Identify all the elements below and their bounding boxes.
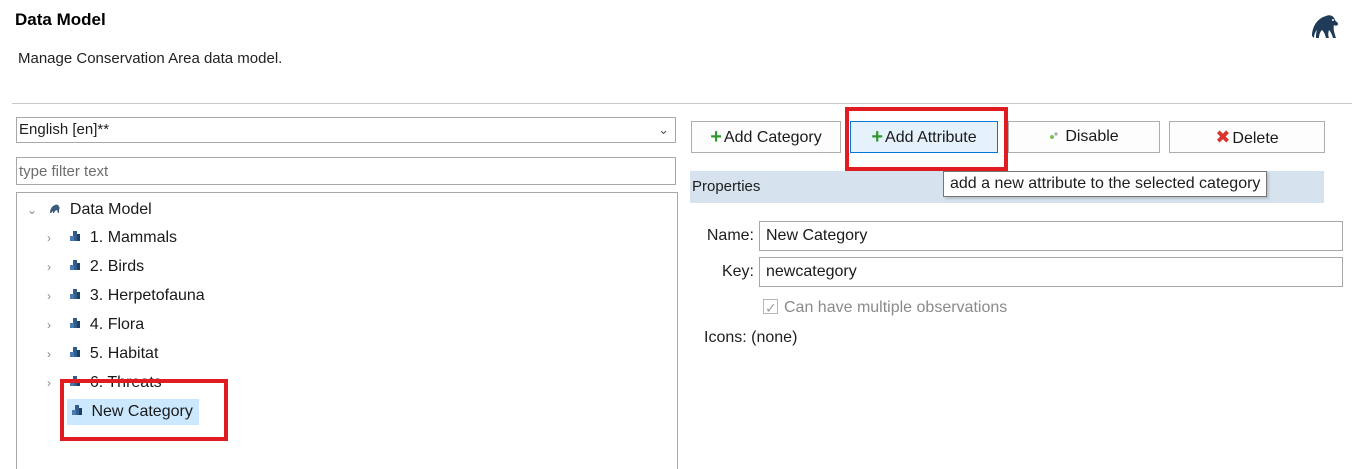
filter-input[interactable]	[16, 157, 676, 185]
add-attribute-button[interactable]: + Add Attribute	[850, 121, 998, 153]
language-select-value: English [en]**	[19, 121, 110, 138]
disable-button[interactable]: Disable	[1008, 121, 1160, 153]
icons-row: Icons: (none)	[704, 329, 797, 347]
disable-label: Disable	[1065, 128, 1119, 146]
category-icon	[69, 370, 81, 396]
tree-root-label: Data Model	[69, 201, 152, 219]
tooltip: add a new attribute to the selected cate…	[943, 171, 1268, 197]
panther-icon	[49, 197, 61, 223]
tree-item-flora[interactable]: › 4. Flora	[47, 312, 144, 338]
multiple-observations-label: Can have multiple observations	[784, 299, 1008, 316]
chevron-right-icon[interactable]: ›	[47, 341, 61, 367]
chevron-right-icon[interactable]: ›	[47, 312, 61, 338]
chevron-right-icon[interactable]: ›	[47, 254, 61, 280]
key-field[interactable]	[759, 257, 1343, 287]
add-category-label: Add Category	[723, 129, 822, 146]
icons-label: Icons:	[704, 329, 747, 346]
chevron-right-icon[interactable]: ›	[47, 370, 61, 396]
tree-item-label: New Category	[91, 403, 193, 421]
name-label: Name:	[706, 227, 754, 244]
page-title: Data Model	[15, 10, 106, 29]
icons-value: (none)	[751, 329, 798, 346]
language-select[interactable]: English [en]** ⌄	[16, 117, 676, 143]
chevron-right-icon[interactable]: ›	[47, 283, 61, 309]
chevron-down-icon[interactable]: ⌄	[27, 197, 41, 223]
tree-item-herpetofauna[interactable]: › 3. Herpetofauna	[47, 283, 205, 309]
tree-item-mammals[interactable]: › 1. Mammals	[47, 225, 177, 251]
category-icon	[71, 399, 83, 425]
multiple-observations-checkbox[interactable]: Can have multiple observations	[763, 297, 1007, 319]
category-icon	[69, 283, 81, 309]
header-divider	[12, 103, 1352, 104]
category-icon	[69, 225, 81, 251]
data-model-tree: ⌄ Data Model › 1. Mammals › 2. Birds › 3…	[16, 192, 678, 469]
tree-item-habitat[interactable]: › 5. Habitat	[47, 341, 158, 367]
tree-item-label: 6. Threats	[89, 374, 162, 392]
chevron-down-icon[interactable]: ⌄	[658, 118, 669, 142]
chevron-right-icon[interactable]: ›	[47, 225, 61, 251]
category-icon	[69, 254, 81, 280]
add-category-button[interactable]: + Add Category	[691, 121, 841, 153]
name-field[interactable]	[759, 221, 1343, 251]
key-label: Key:	[721, 263, 754, 280]
plus-icon: +	[871, 126, 884, 148]
tree-item-threats[interactable]: › 6. Threats	[47, 370, 162, 396]
tree-item-new-category[interactable]: New Category	[67, 399, 199, 425]
delete-x-icon: ✖	[1215, 127, 1231, 147]
page-description: Manage Conservation Area data model.	[18, 50, 283, 67]
delete-button[interactable]: ✖ Delete	[1169, 121, 1325, 153]
tree-item-label: 5. Habitat	[89, 345, 159, 363]
plus-icon: +	[710, 126, 722, 148]
disable-icon	[1049, 122, 1059, 152]
checkbox-check-icon[interactable]	[763, 297, 778, 319]
tree-item-label: 3. Herpetofauna	[89, 287, 205, 305]
add-attribute-label: Add Attribute	[885, 129, 977, 146]
tree-item-label: 2. Birds	[89, 258, 145, 276]
tree-item-label: 1. Mammals	[89, 229, 178, 247]
tree-root-data-model[interactable]: ⌄ Data Model	[27, 197, 152, 223]
category-icon	[69, 341, 81, 367]
category-icon	[69, 312, 81, 338]
tree-item-label: 4. Flora	[89, 316, 145, 334]
panther-logo-icon	[1308, 8, 1340, 42]
delete-label: Delete	[1232, 130, 1279, 147]
tree-item-birds[interactable]: › 2. Birds	[47, 254, 144, 280]
